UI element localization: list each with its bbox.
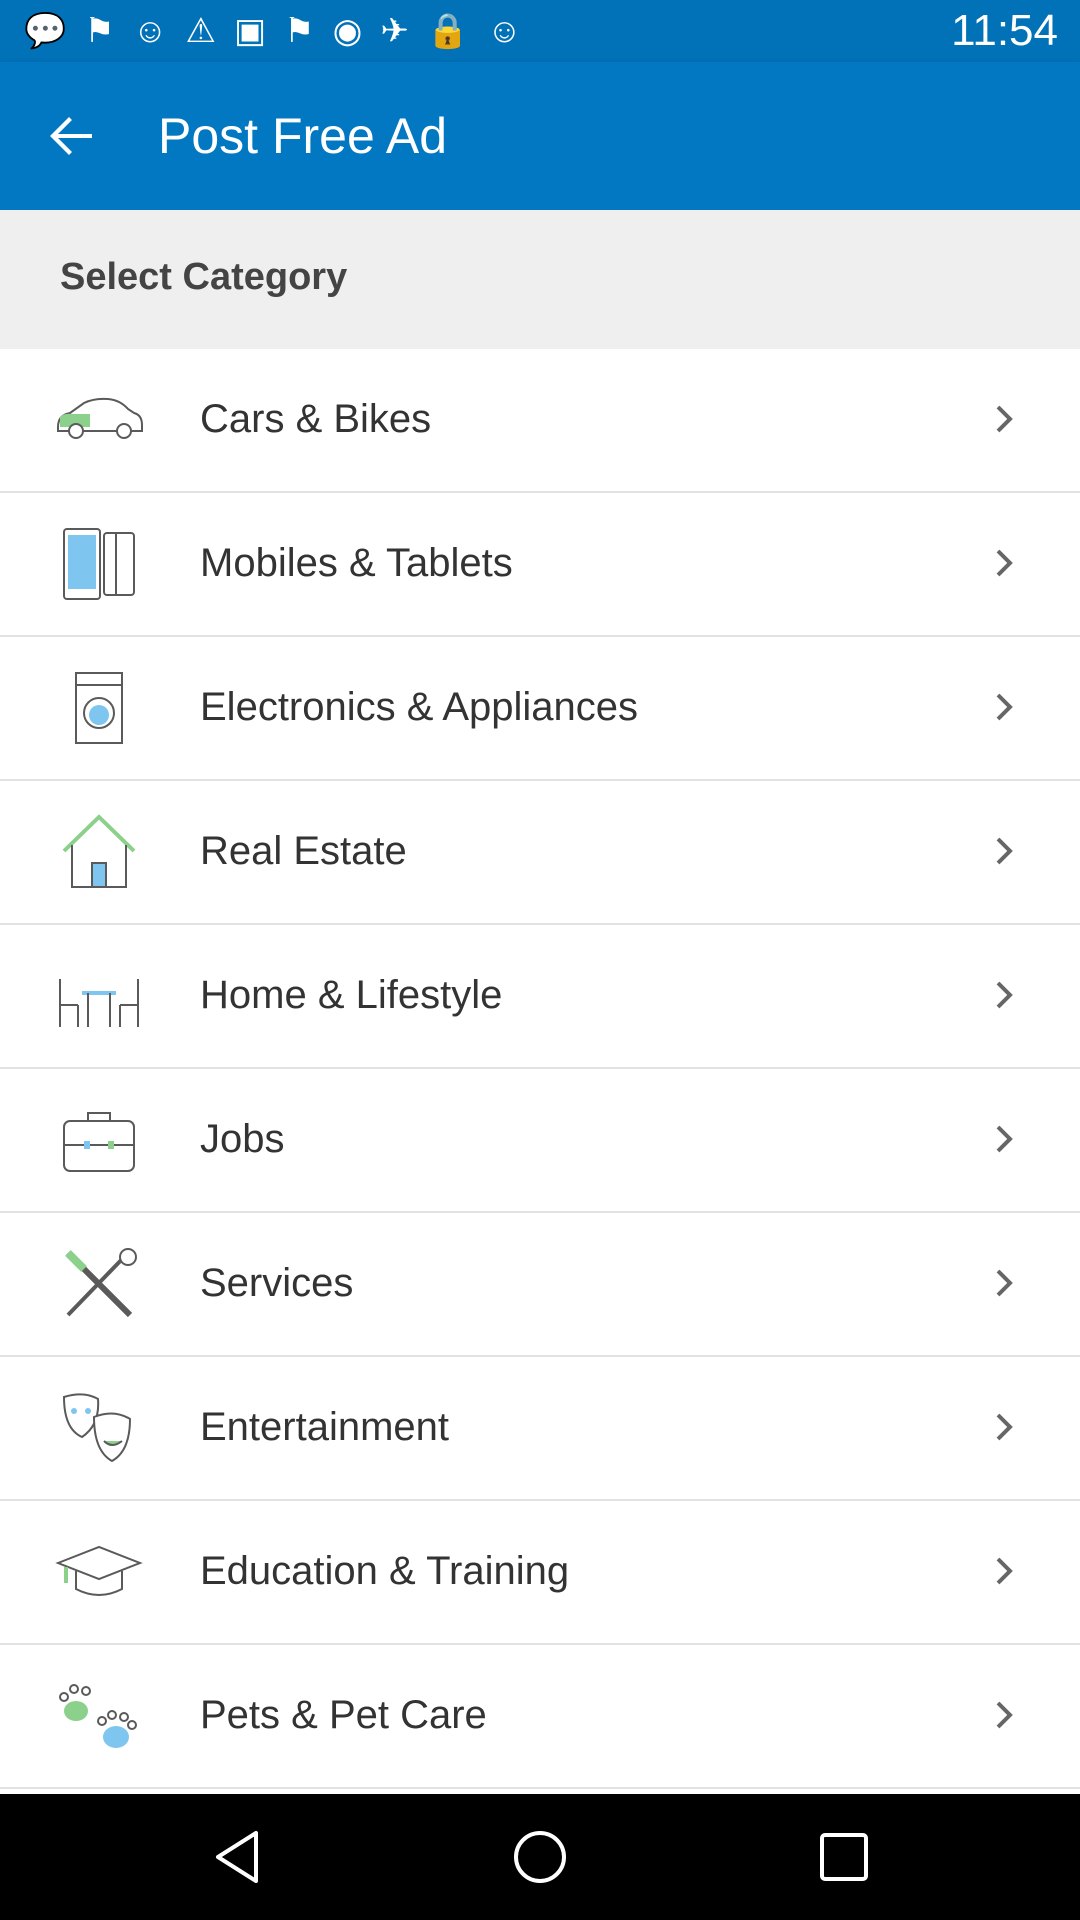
puzzle-icon: ▣: [234, 12, 267, 50]
category-item-education-training[interactable]: Education & Training: [0, 1501, 1080, 1645]
category-label: Mobiles & Tablets: [200, 541, 513, 585]
category-label: Education & Training: [200, 1549, 570, 1593]
system-nav-bar: [0, 1794, 1080, 1920]
back-triangle-icon[interactable]: [208, 1827, 268, 1887]
category-label: Home & Lifestyle: [200, 973, 503, 1017]
paw-icon: [59, 1684, 137, 1748]
arrow-back-icon: [50, 117, 92, 155]
furniture-icon: [59, 979, 139, 1027]
category-list: Cars & Bikes Mobiles & Tablets Electroni…: [0, 349, 1080, 1789]
warning-icon: ⚠: [185, 12, 217, 50]
graduation-cap-icon: [55, 1545, 143, 1596]
home-circle-icon[interactable]: [510, 1827, 570, 1887]
section-header: Select Category: [0, 210, 1080, 349]
category-item-mobiles-tablets[interactable]: Mobiles & Tablets: [0, 493, 1080, 637]
category-label: Cars & Bikes: [200, 397, 432, 441]
chevron-right-icon: [996, 549, 1013, 577]
category-item-entertainment[interactable]: Entertainment: [0, 1357, 1080, 1501]
chevron-right-icon: [996, 837, 1013, 865]
car-icon: [57, 397, 143, 439]
chevron-right-icon: [996, 1413, 1013, 1441]
category-label: Real Estate: [200, 829, 407, 873]
category-label: Pets & Pet Care: [200, 1693, 487, 1737]
recents-square-icon[interactable]: [814, 1827, 874, 1887]
category-item-jobs[interactable]: Jobs: [0, 1069, 1080, 1213]
cat-icon: ☺: [487, 12, 522, 50]
category-label: Entertainment: [200, 1405, 450, 1449]
category-item-services[interactable]: Services: [0, 1213, 1080, 1357]
lock-icon: 🔒: [426, 12, 470, 50]
category-item-pets-pet-care[interactable]: Pets & Pet Care: [0, 1645, 1080, 1789]
cat-icon: ☺: [132, 12, 168, 50]
washing-machine-icon: [75, 672, 123, 744]
category-label: Services: [200, 1261, 354, 1305]
chat-icon: 💬: [24, 12, 67, 50]
flag-icon: ⚑: [284, 12, 315, 50]
chevron-right-icon: [996, 405, 1013, 433]
category-label: Electronics & Appliances: [200, 685, 639, 729]
mobile-icon: [63, 528, 135, 600]
chevron-right-icon: [996, 1125, 1013, 1153]
chevron-right-icon: [996, 1269, 1013, 1297]
briefcase-icon: [63, 1112, 135, 1172]
app-bar: Post Free Ad: [0, 62, 1080, 210]
target-icon: ◉: [332, 12, 363, 50]
section-title: Select Category: [60, 256, 348, 298]
chevron-right-icon: [996, 1557, 1013, 1585]
chevron-right-icon: [996, 693, 1013, 721]
back-button[interactable]: [40, 104, 104, 168]
category-item-cars-bikes[interactable]: Cars & Bikes: [0, 349, 1080, 493]
page-title: Post Free Ad: [158, 108, 448, 164]
flag-icon: ⚑: [84, 12, 115, 50]
clock: 11:54: [951, 6, 1058, 55]
theater-masks-icon: [62, 1393, 132, 1463]
house-icon: [62, 814, 136, 888]
category-label: Jobs: [200, 1117, 285, 1161]
chevron-right-icon: [996, 1701, 1013, 1729]
category-item-home-lifestyle[interactable]: Home & Lifestyle: [0, 925, 1080, 1069]
status-bar: 💬 ⚑ ☺ ⚠ ▣ ⚑ ◉ ✈ 🔒 ☺ 11:54: [0, 0, 1080, 62]
chevron-right-icon: [996, 981, 1013, 1009]
category-item-real-estate[interactable]: Real Estate: [0, 781, 1080, 925]
notification-icons: 💬 ⚑ ☺ ⚠ ▣ ⚑ ◉ ✈ 🔒 ☺: [24, 10, 522, 52]
category-item-electronics-appliances[interactable]: Electronics & Appliances: [0, 637, 1080, 781]
tools-icon: [65, 1248, 137, 1318]
satellite-icon: ✈: [380, 12, 409, 50]
